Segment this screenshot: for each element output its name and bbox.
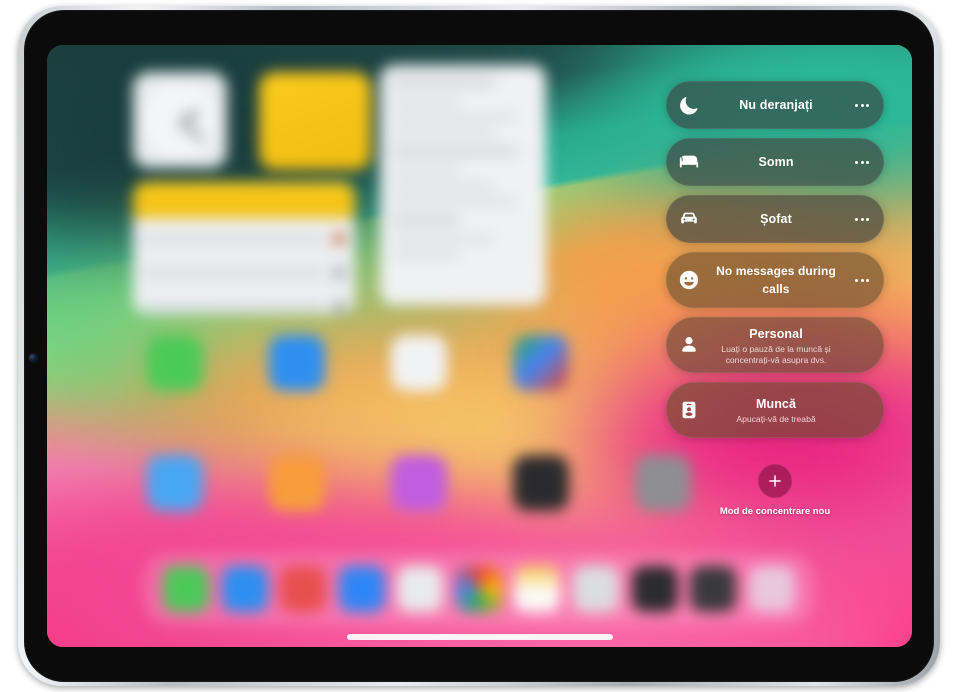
focus-row-sleep[interactable]: Somn [666,138,884,186]
focus-title: Șofat [760,212,792,226]
focus-title: Personal [749,326,803,341]
focus-row-text: No messages during calls [702,255,850,305]
focus-title: Nu deranjați [739,98,813,112]
notes-line [391,98,461,104]
ellipsis-icon[interactable] [850,160,874,164]
notes-line [391,114,518,120]
dock-icon[interactable] [631,566,678,612]
mail-row [143,260,345,286]
dock-icon[interactable] [514,566,561,612]
app-icon[interactable] [391,455,447,511]
ellipsis-icon[interactable] [850,103,874,107]
focus-row-text: Nu deranjați [702,89,850,121]
dock-icon[interactable] [280,566,327,612]
mail-widget-header [133,182,355,218]
mail-widget[interactable] [133,182,355,314]
focus-subtitle: Luați o pauză de la muncă și concentrați… [721,343,831,365]
person-icon [676,332,702,358]
notes-line [391,130,495,136]
notes-line [391,236,495,242]
notes-line [391,167,461,173]
dock-icon[interactable] [572,566,619,612]
new-focus-mode-label: Mod de concentrare nou [719,506,831,517]
focus-row-no-messages-during-calls[interactable]: No messages during calls [666,252,884,308]
notes-line [391,77,495,88]
dock-icon[interactable] [690,566,737,612]
mail-avatar [333,233,345,245]
notes-widget[interactable] [380,65,546,305]
ellipsis-icon[interactable] [850,217,874,221]
focus-row-text: Șofat [702,203,850,235]
mail-text-line [143,303,325,311]
mail-avatar [333,301,345,313]
screenshot-root: Nu deranjați Somn Șofat No messages duri… [0,0,958,692]
mail-text-line [143,235,325,243]
focus-row-text: Personal Luați o pauză de la muncă și co… [702,318,850,372]
ellipsis-icon[interactable] [850,278,874,282]
notes-line [391,183,495,189]
app-icon[interactable] [391,335,447,391]
dock-icon[interactable] [748,566,795,612]
app-icon[interactable] [513,335,569,391]
app-icon[interactable] [513,455,569,511]
notes-line [391,215,461,226]
home-indicator[interactable] [346,634,613,640]
car-icon [676,206,702,232]
focus-modes-panel: Nu deranjați Somn Șofat No messages duri… [666,81,884,517]
focus-row-driving[interactable]: Șofat [666,195,884,243]
mail-avatar [333,267,345,279]
app-icon[interactable] [269,455,325,511]
new-focus-mode-group: Mod de concentrare nou [720,464,830,517]
clock-minute-hand [178,120,206,143]
app-icon[interactable] [147,455,203,511]
dock[interactable] [143,553,815,625]
focus-row-text: Muncă Apucați-vă de treabă [702,388,850,432]
focus-title: Muncă [755,397,797,412]
focus-row-text: Somn [702,146,850,178]
clock-widget[interactable] [133,72,227,168]
bed-icon [676,149,702,175]
yellow-widget[interactable] [259,72,371,170]
moon-icon [676,92,702,118]
dock-icon[interactable] [338,566,385,612]
mail-text-line [143,269,325,277]
dock-icon[interactable] [163,566,210,612]
smiley-icon [676,267,702,293]
focus-title: Somn [758,155,794,169]
notes-line [391,199,518,205]
plus-icon [769,475,781,487]
dock-icon[interactable] [221,566,268,612]
notes-line [391,252,461,258]
focus-row-do-not-disturb[interactable]: Nu deranjați [666,81,884,129]
mail-row [143,294,345,314]
focus-subtitle: Apucați-vă de treabă [736,414,816,425]
clock-face-icon [141,81,219,159]
add-focus-button[interactable] [757,464,792,498]
mail-row [143,226,345,252]
focus-row-work[interactable]: Muncă Apucați-vă de treabă [666,382,884,438]
front-camera-icon [29,354,37,362]
focus-title: No messages during calls [716,264,836,296]
notes-line [391,146,518,157]
ipad-screen: Nu deranjați Somn Șofat No messages duri… [47,45,912,647]
app-icon[interactable] [147,335,203,391]
focus-row-personal[interactable]: Personal Luați o pauză de la muncă și co… [666,317,884,373]
badge-icon [676,397,702,423]
dock-icon[interactable] [455,566,502,612]
dock-icon[interactable] [397,566,444,612]
app-icon[interactable] [269,335,325,391]
